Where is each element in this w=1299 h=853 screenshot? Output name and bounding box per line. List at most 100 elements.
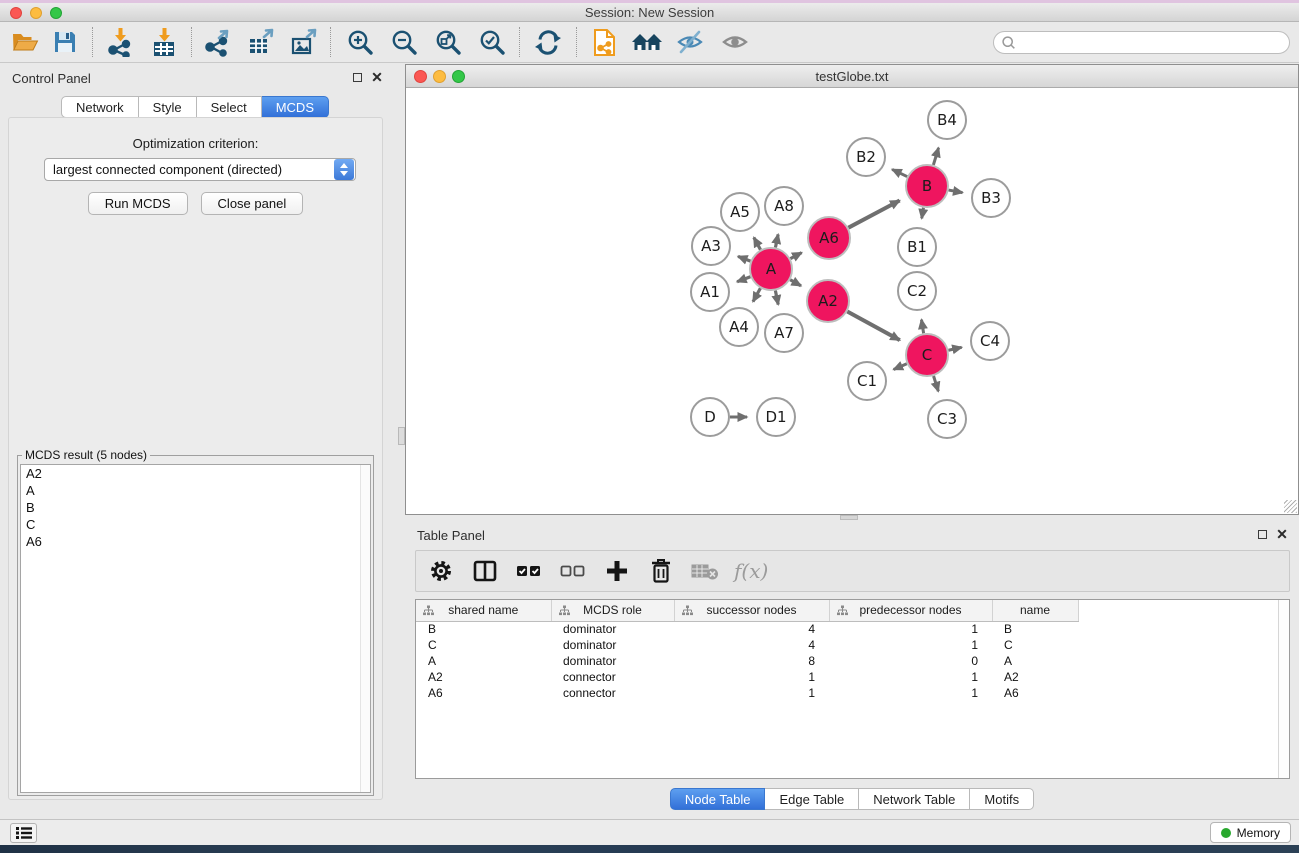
graph-edge-A2-C[interactable] [847,312,899,341]
tab-network[interactable]: Network [61,96,139,118]
cell-successor_nodes[interactable]: 4 [674,621,829,637]
graph-edge-A-A6[interactable] [790,253,801,259]
new-network-from-selection-icon[interactable] [588,26,622,58]
cell-shared_name[interactable]: B [416,621,551,637]
hide-selected-icon[interactable] [673,26,707,58]
search-input[interactable] [1016,34,1289,52]
window-titlebar[interactable]: Session: New Session [0,3,1299,22]
tab-mcds[interactable]: MCDS [262,96,329,118]
graph-node-D[interactable]: D [691,398,729,436]
network-graph[interactable]: B4B2BB3A8A5A6A3B1AA1C2A2A4A7C4CC1DD1C3 [406,88,1298,514]
graph-edge-B-B1[interactable] [922,208,924,219]
column-header-name[interactable]: name [992,600,1078,621]
cell-mcds_role[interactable]: connector [551,669,674,685]
graph-node-C1[interactable]: C1 [848,362,886,400]
graph-node-A5[interactable]: A5 [721,193,759,231]
import-network-icon[interactable] [103,26,137,58]
cell-shared_name[interactable]: A2 [416,669,551,685]
graph-node-D1[interactable]: D1 [757,398,795,436]
mcds-result-item[interactable]: B [21,499,370,516]
graph-edge-B-B2[interactable] [892,169,907,176]
table-row[interactable]: A2connector11A2 [416,669,1078,685]
network-window-titlebar[interactable]: testGlobe.txt [406,65,1298,88]
graph-node-B1[interactable]: B1 [898,228,936,266]
splitter-handle[interactable] [398,427,405,445]
cell-predecessor_nodes[interactable]: 1 [829,637,992,653]
node-table-grid[interactable]: shared nameMCDS rolesuccessor nodesprede… [416,600,1079,701]
cell-shared_name[interactable]: A [416,653,551,669]
search-field[interactable] [993,31,1290,54]
graph-edge-B-B3[interactable] [949,190,963,193]
table-row[interactable]: Cdominator41C [416,637,1078,653]
graph-node-B3[interactable]: B3 [972,179,1010,217]
graph-edge-C-C2[interactable] [921,320,923,334]
tab-style[interactable]: Style [139,96,197,118]
memory-button[interactable]: Memory [1210,822,1291,843]
table-settings-gear-icon[interactable] [426,556,456,586]
cell-mcds_role[interactable]: dominator [551,637,674,653]
graph-edge-B-B4[interactable] [933,148,938,165]
graph-edge-A-A8[interactable] [775,234,778,247]
graph-node-A3[interactable]: A3 [692,227,730,265]
graph-edge-A-A5[interactable] [754,237,761,249]
column-layout-icon[interactable] [470,556,500,586]
resize-grip-icon[interactable] [1284,500,1297,513]
graph-node-C2[interactable]: C2 [898,272,936,310]
cell-name[interactable]: A6 [992,685,1078,701]
open-session-icon[interactable] [8,26,42,58]
cell-predecessor_nodes[interactable]: 0 [829,653,992,669]
import-table-icon[interactable] [147,26,181,58]
export-network-icon[interactable] [201,26,235,58]
show-all-icon[interactable] [718,26,752,58]
cell-shared_name[interactable]: C [416,637,551,653]
graph-node-A6[interactable]: A6 [808,217,850,259]
graph-node-C3[interactable]: C3 [928,400,966,438]
graph-edge-A-A1[interactable] [737,277,750,282]
first-neighbors-icon[interactable] [630,26,664,58]
graph-node-A2[interactable]: A2 [807,280,849,322]
add-column-icon[interactable] [602,556,632,586]
export-image-icon[interactable] [287,26,321,58]
table-row[interactable]: A6connector11A6 [416,685,1078,701]
save-session-icon[interactable] [48,26,82,58]
graph-node-B[interactable]: B [906,165,948,207]
cell-predecessor_nodes[interactable]: 1 [829,669,992,685]
mcds-result-list[interactable]: A2ABCA6 [20,464,371,793]
tab-edge-table[interactable]: Edge Table [765,788,859,810]
cell-successor_nodes[interactable]: 4 [674,637,829,653]
graph-node-A8[interactable]: A8 [765,187,803,225]
graph-edge-A-A4[interactable] [753,288,760,301]
cell-mcds_role[interactable]: connector [551,685,674,701]
graph-edge-A6-B[interactable] [848,201,899,228]
tab-node-table[interactable]: Node Table [670,788,766,810]
zoom-out-icon[interactable] [387,26,421,58]
cell-name[interactable]: C [992,637,1078,653]
mcds-result-item[interactable]: C [21,516,370,533]
deselect-all-rows-icon[interactable] [558,556,588,586]
show-tasks-button[interactable] [10,823,37,843]
refresh-icon[interactable] [531,26,565,58]
graph-node-C4[interactable]: C4 [971,322,1009,360]
graph-edge-A-A7[interactable] [775,291,778,305]
graph-node-C[interactable]: C [906,334,948,376]
close-panel-button[interactable]: Close panel [201,192,304,215]
cell-name[interactable]: A2 [992,669,1078,685]
table-scrollbar[interactable] [1278,600,1289,778]
graph-edge-A-A3[interactable] [738,256,750,261]
zoom-in-icon[interactable] [343,26,377,58]
table-row[interactable]: Bdominator41B [416,621,1078,637]
graph-node-A1[interactable]: A1 [691,273,729,311]
cell-successor_nodes[interactable]: 1 [674,669,829,685]
criterion-select[interactable]: largest connected component (directed) [44,158,356,181]
float-panel-icon[interactable] [353,73,362,82]
cell-predecessor_nodes[interactable]: 1 [829,685,992,701]
graph-edge-C-C4[interactable] [948,347,961,350]
cell-shared_name[interactable]: A6 [416,685,551,701]
graph-node-A4[interactable]: A4 [720,308,758,346]
graph-node-A[interactable]: A [750,248,792,290]
result-list-scrollbar[interactable] [360,465,370,792]
zoom-fit-icon[interactable] [431,26,465,58]
column-header-successor_nodes[interactable]: successor nodes [674,600,829,621]
graph-edge-C-C3[interactable] [934,376,939,391]
zoom-selected-icon[interactable] [475,26,509,58]
